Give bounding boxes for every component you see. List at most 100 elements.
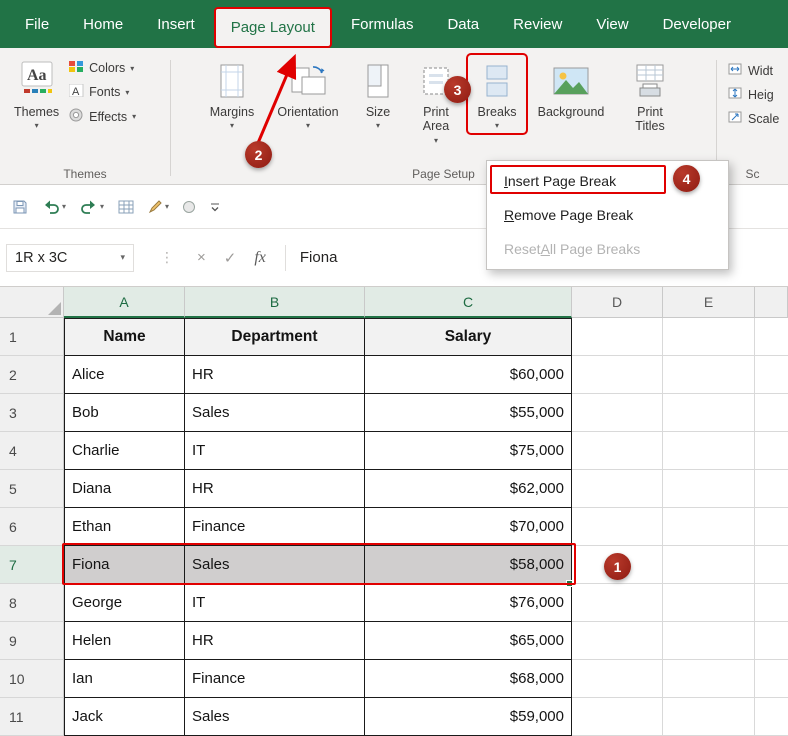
- cell-A3[interactable]: Bob: [64, 394, 185, 432]
- row-header-9[interactable]: 9: [0, 622, 64, 660]
- column-header-partial[interactable]: [755, 287, 788, 318]
- cell-F7[interactable]: [755, 546, 788, 584]
- cell-C10[interactable]: $68,000: [365, 660, 572, 698]
- cell-E4[interactable]: [663, 432, 755, 470]
- cell-E1[interactable]: [663, 318, 755, 356]
- cell-C1[interactable]: Salary: [365, 318, 572, 356]
- cell-A5[interactable]: Diana: [64, 470, 185, 508]
- cell-D5[interactable]: [572, 470, 663, 508]
- customize-qat-button[interactable]: [209, 201, 221, 213]
- cell-E11[interactable]: [663, 698, 755, 736]
- cell-C4[interactable]: $75,000: [365, 432, 572, 470]
- formula-bar-handle[interactable]: ⋮: [160, 249, 174, 266]
- cell-F10[interactable]: [755, 660, 788, 698]
- column-header-D[interactable]: D: [572, 287, 663, 318]
- effects-button[interactable]: Effects ▾: [69, 108, 136, 125]
- cell-C6[interactable]: $70,000: [365, 508, 572, 546]
- cell-C11[interactable]: $59,000: [365, 698, 572, 736]
- column-header-B[interactable]: B: [185, 287, 365, 318]
- tab-view[interactable]: View: [579, 0, 645, 48]
- menu-item-remove-page-break[interactable]: Remove Page Break: [487, 198, 728, 232]
- row-header-1[interactable]: 1: [0, 318, 64, 356]
- cell-D10[interactable]: [572, 660, 663, 698]
- cell-B5[interactable]: HR: [185, 470, 365, 508]
- insert-function-icon[interactable]: fx: [254, 249, 266, 267]
- cell-D11[interactable]: [572, 698, 663, 736]
- cell-A1[interactable]: Name: [64, 318, 185, 356]
- cell-A9[interactable]: Helen: [64, 622, 185, 660]
- tab-home[interactable]: Home: [66, 0, 140, 48]
- cell-F6[interactable]: [755, 508, 788, 546]
- cell-C8[interactable]: $76,000: [365, 584, 572, 622]
- orientation-button[interactable]: Orientation ▾: [267, 56, 349, 132]
- row-header-3[interactable]: 3: [0, 394, 64, 432]
- scale-control[interactable]: Scale: [727, 110, 779, 127]
- width-control[interactable]: Widt: [727, 62, 773, 79]
- cell-B3[interactable]: Sales: [185, 394, 365, 432]
- cell-E10[interactable]: [663, 660, 755, 698]
- select-all-button[interactable]: [0, 287, 64, 318]
- column-header-A[interactable]: A: [64, 287, 185, 318]
- cell-E2[interactable]: [663, 356, 755, 394]
- column-header-E[interactable]: E: [663, 287, 755, 318]
- cancel-icon[interactable]: ×: [197, 249, 206, 266]
- cell-B9[interactable]: HR: [185, 622, 365, 660]
- themes-button[interactable]: Aa Themes ▾: [8, 56, 65, 133]
- cell-F2[interactable]: [755, 356, 788, 394]
- margins-button[interactable]: Margins ▾: [201, 56, 263, 132]
- row-header-8[interactable]: 8: [0, 584, 64, 622]
- cell-B7[interactable]: Sales: [185, 546, 365, 584]
- tab-data[interactable]: Data: [430, 0, 496, 48]
- size-button[interactable]: Size ▾: [353, 56, 403, 132]
- undo-button[interactable]: ▾: [42, 199, 66, 215]
- pen-button[interactable]: ▾: [148, 199, 169, 214]
- cell-C2[interactable]: $60,000: [365, 356, 572, 394]
- fill-handle[interactable]: [566, 580, 573, 587]
- table-button[interactable]: [118, 200, 134, 214]
- row-header-7[interactable]: 7: [0, 546, 64, 584]
- shape-button[interactable]: [183, 200, 196, 213]
- redo-button[interactable]: ▾: [80, 199, 104, 215]
- cell-A4[interactable]: Charlie: [64, 432, 185, 470]
- cell-B8[interactable]: IT: [185, 584, 365, 622]
- tab-page-layout[interactable]: Page Layout: [213, 7, 332, 48]
- name-box[interactable]: 1R x 3C ▾: [6, 243, 134, 272]
- cell-A7[interactable]: Fiona: [64, 546, 185, 584]
- cell-F11[interactable]: [755, 698, 788, 736]
- fonts-button[interactable]: A Fonts ▾: [68, 83, 136, 100]
- breaks-button[interactable]: Breaks ▾: [466, 52, 528, 136]
- cell-F8[interactable]: [755, 584, 788, 622]
- background-button[interactable]: Background: [529, 56, 613, 121]
- height-control[interactable]: Heig: [727, 86, 774, 103]
- name-box-dropdown-icon[interactable]: ▾: [120, 252, 125, 263]
- cell-B1[interactable]: Department: [185, 318, 365, 356]
- cell-D2[interactable]: [572, 356, 663, 394]
- cell-F3[interactable]: [755, 394, 788, 432]
- row-header-4[interactable]: 4: [0, 432, 64, 470]
- cell-C9[interactable]: $65,000: [365, 622, 572, 660]
- cell-B11[interactable]: Sales: [185, 698, 365, 736]
- save-button[interactable]: [12, 199, 28, 215]
- cell-F1[interactable]: [755, 318, 788, 356]
- cell-E3[interactable]: [663, 394, 755, 432]
- cell-C7[interactable]: $58,000: [365, 546, 572, 584]
- cell-A10[interactable]: Ian: [64, 660, 185, 698]
- cell-C5[interactable]: $62,000: [365, 470, 572, 508]
- column-header-C[interactable]: C: [365, 287, 572, 318]
- print-titles-button[interactable]: Print Titles: [617, 56, 683, 136]
- colors-button[interactable]: Colors ▾: [69, 60, 136, 76]
- tab-review[interactable]: Review: [496, 0, 579, 48]
- row-header-6[interactable]: 6: [0, 508, 64, 546]
- tab-file[interactable]: File: [8, 0, 66, 48]
- cell-B10[interactable]: Finance: [185, 660, 365, 698]
- cell-F9[interactable]: [755, 622, 788, 660]
- tab-formulas[interactable]: Formulas: [334, 0, 431, 48]
- cell-D8[interactable]: [572, 584, 663, 622]
- cell-E6[interactable]: [663, 508, 755, 546]
- enter-icon[interactable]: ✓: [224, 249, 237, 267]
- cell-A11[interactable]: Jack: [64, 698, 185, 736]
- cell-B4[interactable]: IT: [185, 432, 365, 470]
- cell-B2[interactable]: HR: [185, 356, 365, 394]
- tab-developer[interactable]: Developer: [646, 0, 748, 48]
- cell-A6[interactable]: Ethan: [64, 508, 185, 546]
